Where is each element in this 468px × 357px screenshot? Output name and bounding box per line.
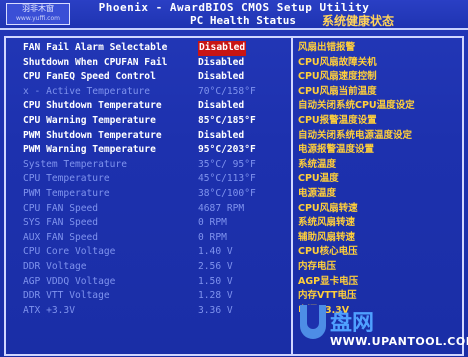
setting-label: SYS FAN Speed	[23, 217, 99, 229]
setting-row[interactable]: PWM Warning Temperature 95°C/203°F	[8, 143, 290, 158]
setting-row[interactable]: PWM Shutdown Temperature Disabled	[8, 129, 290, 144]
setting-row: PWM Temperature 38°C/100°F	[8, 187, 290, 202]
bios-title: Phoenix - AwardBIOS CMOS Setup Utility	[98, 1, 370, 14]
setting-row[interactable]: FAN Fail Alarm Selectable Disabled	[8, 41, 290, 56]
watermark: 盘网 WWW.UPANTOOL.COM	[300, 305, 468, 351]
setting-label: DDR Voltage	[23, 260, 87, 272]
setting-annotation-cn: 自动关闭系统电源温度设定	[298, 129, 413, 141]
setting-label: PWM Shutdown Temperature	[23, 129, 162, 141]
setting-annotation-cn: 自动关闭系统CPU温度设定	[298, 100, 415, 112]
setting-value: 3.36 V	[198, 304, 233, 316]
setting-row: DDR Voltage 2.56 V	[8, 260, 290, 275]
setting-annotation-cn: CPU风扇转速	[298, 202, 358, 214]
logo-url: www.yuffi.com	[16, 15, 60, 22]
setting-annotation-cn: 系统温度	[298, 158, 337, 170]
setting-row[interactable]: Shutdown When CPUFAN Fail Disabled	[8, 56, 290, 71]
annotation-list: 风扇出错报警 CPU风扇故障关机 CPU风扇速度控制 CPU风扇当前温度自动关闭系统C…	[298, 41, 415, 318]
setting-annotation-cn: 电源报警温度设置	[298, 144, 375, 156]
setting-value: 70°C/158°F	[198, 85, 256, 97]
setting-annotation-cn: CPU风扇当前温度	[298, 85, 377, 97]
setting-value[interactable]: Disabled	[198, 56, 244, 71]
setting-annotation-cn: CPU风扇故障关机	[298, 56, 377, 68]
watermark-cn: 盘网	[330, 311, 375, 336]
setting-value: 1.40 V	[198, 246, 233, 258]
setting-value[interactable]: Disabled	[198, 41, 247, 56]
setting-label: AUX FAN Speed	[23, 231, 99, 243]
setting-value: 0 RPM	[198, 231, 227, 243]
setting-annotation-cn: CPU核心电压	[298, 246, 358, 258]
setting-label: PWM Warning Temperature	[23, 144, 156, 156]
setting-row: AGP VDDQ Voltage 1.50 V	[8, 275, 290, 290]
setting-value[interactable]: 85°C/185°F	[198, 114, 256, 129]
setting-row: CPU Temperature 45°C/113°F	[8, 172, 290, 187]
setting-row: AUX FAN Speed 0 RPM	[8, 231, 290, 246]
setting-label: CPU FanEQ Speed Control	[23, 71, 156, 83]
setting-row: CPU Core Voltage 1.40 V	[8, 245, 290, 260]
setting-label: CPU Temperature	[23, 173, 110, 185]
setting-row: x - Active Temperature 70°C/158°F	[8, 85, 290, 100]
page-title-cn: 系统健康状态	[322, 14, 395, 28]
setting-annotation-cn: CPU报警温度设置	[298, 114, 377, 126]
setting-value[interactable]: Disabled	[198, 129, 244, 144]
setting-value: 38°C/100°F	[198, 187, 256, 199]
setting-label: System Temperature	[23, 158, 127, 170]
setting-value[interactable]: Disabled	[198, 99, 244, 114]
setting-label: CPU Shutdown Temperature	[23, 100, 162, 112]
page-title: PC Health Status	[190, 14, 296, 27]
setting-annotation-cn: 内存电压	[298, 260, 337, 272]
setting-value: 45°C/113°F	[198, 173, 256, 185]
setting-label: CPU FAN Speed	[23, 202, 99, 214]
setting-label: CPU Warning Temperature	[23, 114, 156, 126]
watermark-url: WWW.UPANTOOL.COM	[330, 335, 468, 348]
setting-row[interactable]: CPU Warning Temperature 85°C/185°F	[8, 114, 290, 129]
setting-value[interactable]: 95°C/203°F	[198, 143, 256, 158]
setting-label: DDR VTT Voltage	[23, 290, 110, 302]
setting-value: 35°C/ 95°F	[198, 158, 256, 170]
column-divider	[291, 36, 293, 354]
setting-row: DDR VTT Voltage 1.28 V	[8, 289, 290, 304]
setting-row: ATX +3.3V 3.36 V	[8, 304, 290, 319]
setting-annotation-cn: 风扇出错报警	[298, 42, 356, 53]
setting-annotation-cn: AGP显卡电压	[298, 275, 359, 287]
setting-row: SYS FAN Speed 0 RPM	[8, 216, 290, 231]
setting-value: 1.50 V	[198, 275, 233, 287]
setting-value[interactable]: Disabled	[198, 70, 244, 85]
setting-annotation-cn: 系统风扇转速	[298, 217, 356, 229]
setting-label: x - Active Temperature	[23, 85, 151, 97]
setting-row: System Temperature 35°C/ 95°F	[8, 158, 290, 173]
setting-value: 0 RPM	[198, 217, 227, 229]
setting-annotation-cn: 辅助风扇转速	[298, 231, 356, 243]
setting-row[interactable]: CPU Shutdown Temperature Disabled	[8, 99, 290, 114]
setting-label: CPU Core Voltage	[23, 246, 116, 258]
setting-label: Shutdown When CPUFAN Fail	[23, 56, 168, 68]
setting-annotation-cn: 内存VTT电压	[298, 290, 357, 302]
setting-label: AGP VDDQ Voltage	[23, 275, 116, 287]
settings-list: FAN Fail Alarm Selectable Disabled Shutdow…	[8, 41, 290, 318]
u-logo-icon	[300, 305, 326, 339]
bios-screen: 羽非木窗 www.yuffi.com Phoenix - AwardBIOS C…	[0, 0, 468, 357]
setting-annotation-cn: CPU温度	[298, 173, 339, 185]
setting-row[interactable]: CPU FanEQ Speed Control Disabled	[8, 70, 290, 85]
setting-value: 4687 RPM	[198, 202, 245, 214]
setting-annotation-cn: CPU风扇速度控制	[298, 71, 377, 83]
setting-row: CPU FAN Speed 4687 RPM	[8, 202, 290, 217]
setting-value: 2.56 V	[198, 260, 233, 272]
setting-value: 1.28 V	[198, 290, 233, 302]
setting-annotation-cn: 电源温度	[298, 187, 337, 199]
setting-label: FAN Fail Alarm Selectable	[23, 42, 168, 53]
setting-label: ATX +3.3V	[23, 304, 75, 316]
setting-label: PWM Temperature	[23, 187, 110, 199]
bios-header: 羽非木窗 www.yuffi.com Phoenix - AwardBIOS C…	[0, 0, 468, 30]
